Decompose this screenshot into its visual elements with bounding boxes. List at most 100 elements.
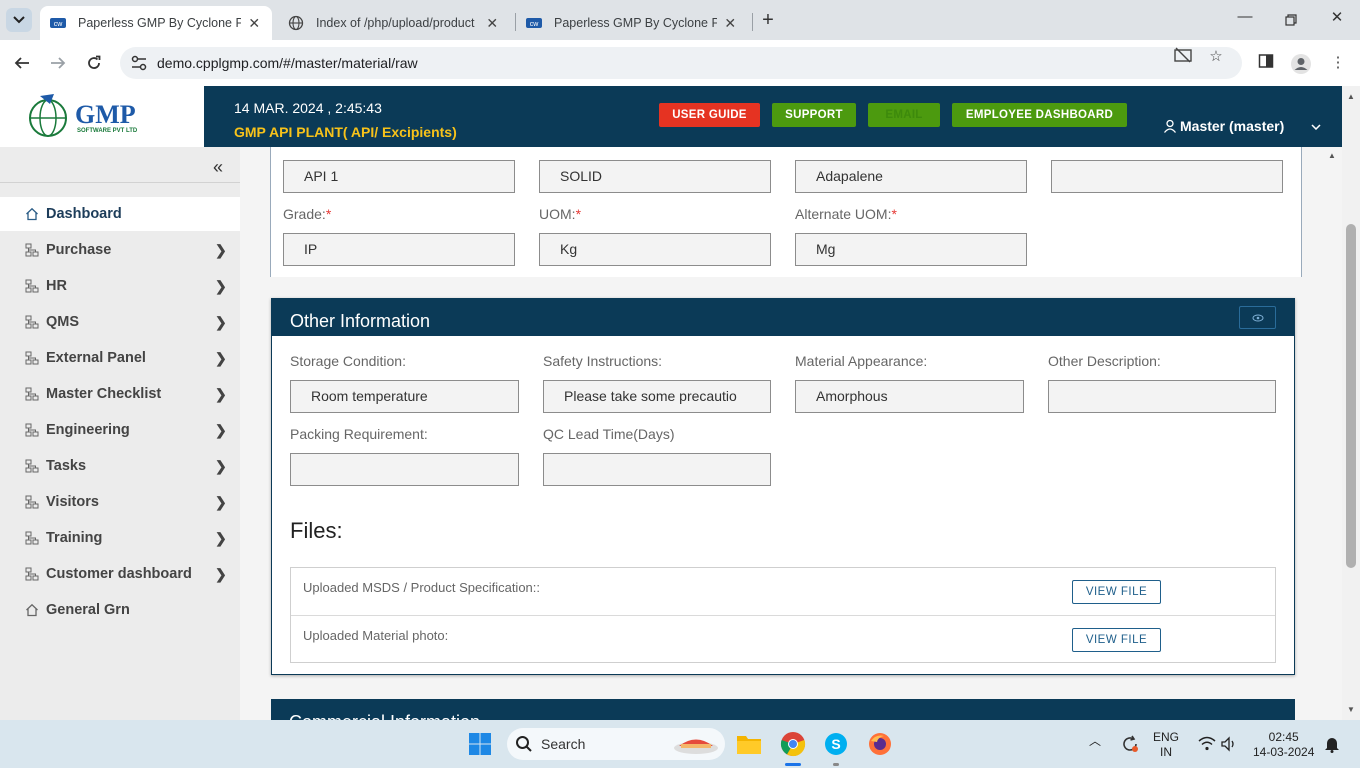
logo-text: GMP [75,100,136,129]
inner-scroll-up-icon[interactable]: ▲ [1328,151,1336,160]
commercial-information-section: Commercial Information [271,699,1295,720]
windows-taskbar: Search S ︿ ENG IN 02:45 14-03-2024 [0,720,1360,768]
material-appearance-field[interactable]: Amorphous [795,380,1024,413]
packing-requirement-field[interactable] [290,453,519,486]
tab-index-upload[interactable]: Index of /php/upload/product ✕ [278,6,510,40]
uom-field[interactable]: Kg [539,233,771,266]
minimize-icon[interactable]: — [1230,8,1260,32]
chevron-right-icon: ❯ [215,494,227,510]
new-tab-icon[interactable]: + [758,9,778,31]
chevron-right-icon: ❯ [215,458,227,474]
chrome-icon[interactable] [779,730,807,758]
clock-time: 02:45 [1268,730,1299,744]
windows-start-icon[interactable] [466,730,494,758]
sidebar-item-engineering[interactable]: Engineering ❯ [0,413,240,447]
tab-search-button[interactable] [6,8,32,32]
clock[interactable]: 02:45 14-03-2024 [1253,730,1314,760]
sidebar-item-hr[interactable]: HR ❯ [0,269,240,303]
browser-menu-icon[interactable]: ⋮ [1327,53,1349,75]
chevron-right-icon: ❯ [215,278,227,294]
material-form-field[interactable]: SOLID [539,160,771,193]
firefox-icon[interactable] [866,730,894,758]
scroll-down-icon[interactable]: ▼ [1346,705,1356,714]
chevron-right-icon: ❯ [215,350,227,366]
side-panel-icon[interactable] [1255,53,1277,75]
sidebar-item-tasks[interactable]: Tasks ❯ [0,449,240,483]
camera-blocked-icon[interactable] [1173,47,1193,65]
home-icon [24,206,40,222]
site-settings-icon[interactable] [130,54,148,72]
material-extra-field[interactable] [1051,160,1283,193]
bookmark-star-icon[interactable]: ☆ [1206,47,1226,65]
org-icon [24,458,40,474]
notification-bell-icon[interactable] [1318,730,1346,758]
sync-icon[interactable] [1116,730,1144,758]
eye-icon [1252,314,1263,321]
sidebar-item-general-grn[interactable]: General Grn [0,593,240,627]
sidebar-item-qms[interactable]: QMS ❯ [0,305,240,339]
close-tab-icon[interactable]: ✕ [723,15,738,32]
section-title: Other Information [290,311,431,331]
show-hidden-icons[interactable]: ︿ [1089,734,1101,749]
page-scrollbar[interactable]: ▲ ▼ [1342,86,1360,720]
material-type-field[interactable]: API 1 [283,160,515,193]
taskbar-search-box[interactable]: Search [507,728,725,760]
file-explorer-icon[interactable] [735,730,763,758]
volume-icon[interactable] [1215,730,1243,758]
other-description-field[interactable] [1048,380,1276,413]
collapse-sidebar-icon[interactable]: « [213,157,223,178]
chevron-right-icon: ❯ [215,566,227,582]
scrollbar-thumb[interactable] [1346,224,1356,568]
address-bar[interactable]: demo.cpplgmp.com/#/master/material/raw [120,47,1242,79]
reload-icon[interactable] [82,51,106,75]
sidebar-item-label: Purchase [46,242,112,258]
storage-condition-field[interactable]: Room temperature [290,380,519,413]
sidebar-item-visitors[interactable]: Visitors ❯ [0,485,240,519]
view-file-button[interactable]: VIEW FILE [1072,580,1161,604]
uom-label: UOM:* [539,206,582,222]
safety-instructions-field[interactable]: Please take some precautio [543,380,771,413]
employee-dashboard-button[interactable]: EMPLOYEE DASHBOARD [952,103,1127,127]
support-button[interactable]: SUPPORT [772,103,856,127]
search-icon [516,736,532,752]
search-placeholder: Search [541,736,586,752]
language-indicator[interactable]: ENG IN [1153,730,1179,760]
chevron-down-icon[interactable] [1311,119,1321,133]
alternate-uom-field[interactable]: Mg [795,233,1027,266]
view-file-button[interactable]: VIEW FILE [1072,628,1161,652]
tab-paperless-gmp-1[interactable]: cw Paperless GMP By Cyclone Pharma ✕ [40,6,272,40]
sidebar-item-customer-dashboard[interactable]: Customer dashboard ❯ [0,557,240,591]
material-name-field[interactable]: Adapalene [795,160,1027,193]
sidebar-item-label: QMS [46,314,80,330]
forward-arrow-icon[interactable] [46,51,70,75]
qc-lead-time-field[interactable] [543,453,771,486]
user-guide-button[interactable]: USER GUIDE [659,103,760,127]
close-tab-icon[interactable]: ✕ [485,15,500,32]
url-text: demo.cpplgmp.com/#/master/material/raw [157,55,418,71]
email-button[interactable]: EMAIL [868,103,940,127]
sidebar-item-dashboard[interactable]: Dashboard [0,197,240,231]
gmp-logo[interactable]: GMP SOFTWARE PVT LTD [0,86,204,147]
running-app-indicator [833,763,839,766]
restore-icon[interactable] [1276,8,1306,32]
org-icon [24,530,40,546]
close-tab-icon[interactable]: ✕ [247,15,262,32]
profile-avatar-icon[interactable] [1290,53,1312,75]
sidebar-item-training[interactable]: Training ❯ [0,521,240,555]
tab-paperless-gmp-2[interactable]: cw Paperless GMP By Cyclone Pharma ✕ [516,6,748,40]
skype-icon[interactable]: S [822,730,850,758]
other-description-label: Other Description: [1048,353,1161,369]
toggle-visibility-button[interactable] [1239,306,1276,329]
scroll-up-icon[interactable]: ▲ [1346,92,1356,101]
svg-text:cw: cw [54,21,64,28]
sidebar-item-master-checklist[interactable]: Master Checklist ❯ [0,377,240,411]
close-window-icon[interactable]: ✕ [1322,8,1352,32]
sidebar-item-purchase[interactable]: Purchase ❯ [0,233,240,267]
back-arrow-icon[interactable] [10,51,34,75]
org-icon [24,566,40,582]
sidebar-item-external-panel[interactable]: External Panel ❯ [0,341,240,375]
sidebar-item-label: External Panel [46,350,146,366]
alternate-uom-label: Alternate UOM:* [795,206,897,222]
user-menu[interactable]: Master (master) [1163,118,1284,134]
grade-field[interactable]: IP [283,233,515,266]
